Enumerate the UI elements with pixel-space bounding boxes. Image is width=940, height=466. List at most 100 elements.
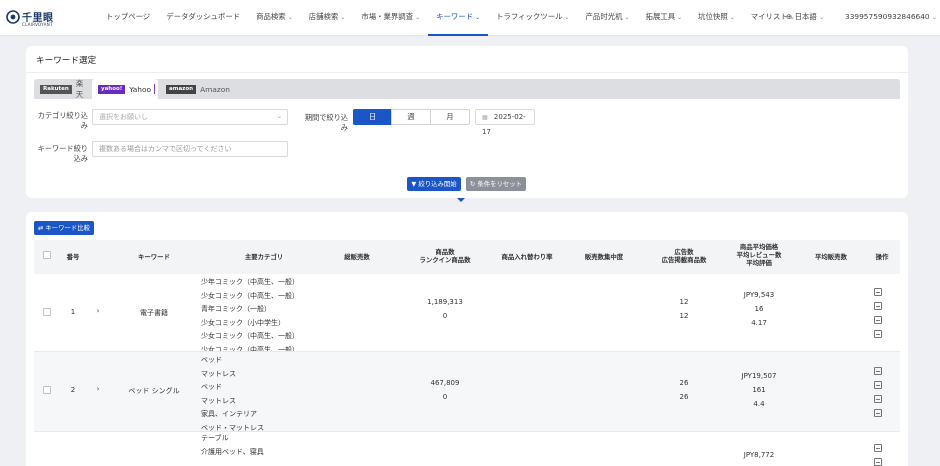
row-keyword[interactable]: ベッド シングル: [124, 386, 184, 396]
header-operations: 操作: [875, 253, 889, 261]
keyword-compare-label: キーワード比較: [45, 224, 91, 232]
table-row[interactable]: 1 › 電子書籍 少年コミック（中高生、一般） 少女コミック（中高生、一般） 青…: [34, 274, 900, 352]
nav-item-4[interactable]: 市場・業界調査 ⌄: [353, 0, 428, 36]
language-label: 日本語: [794, 12, 817, 21]
nav-item-3[interactable]: 店舗検索 ⌄: [301, 0, 354, 36]
app-logo[interactable]: 千里眼 CLAIRVOYANT: [6, 8, 66, 30]
row-checkbox[interactable]: [43, 386, 51, 394]
header-number: 番号: [66, 253, 80, 261]
reset-filter-button[interactable]: ↻ 条件をリセット: [466, 177, 526, 191]
row-categories: 少年コミック（中高生、一般） 少女コミック（中高生、一般） 青年コミック（一般）…: [201, 276, 299, 351]
panel-title: キーワード選定: [36, 56, 97, 66]
expand-chevron-icon[interactable]: ›: [94, 307, 102, 315]
apply-filter-button[interactable]: ▼ 絞り込み開始: [407, 177, 461, 191]
chevron-down-icon: ⌄: [276, 113, 282, 120]
category-item: 介護用ベッド、寝具: [201, 447, 264, 456]
keyword-compare-button[interactable]: ⇄ キーワード比較: [34, 221, 94, 235]
marketplace-tabs: Rakuten 楽天 yahoo! Yahoo amazon Amazon: [34, 79, 900, 99]
average-rating: 4.4: [753, 400, 765, 408]
detail-icon[interactable]: [874, 288, 882, 296]
category-item: ベッド・マットレス: [201, 423, 264, 432]
item-count: 1,189,313: [427, 298, 463, 306]
divider: [26, 72, 908, 73]
header-total-sales: 総販売数: [344, 253, 370, 261]
category-item: ベッド: [201, 356, 222, 364]
header-category: 主要カテゴリ: [244, 253, 284, 261]
period-filter-label: 期間で絞り込み: [304, 113, 348, 132]
header-item-count-line1: 商品数: [435, 248, 455, 256]
tab-rakuten[interactable]: Rakuten 楽天: [34, 79, 90, 99]
header-ad-count: 広告数 広告掲載商品数: [649, 248, 719, 264]
category-item: 少年コミック（中高生、一般）: [201, 278, 299, 286]
header-item-count: 商品数 ランクイン商品数: [410, 248, 480, 264]
nav-item-5[interactable]: キーワード ⌄: [428, 0, 489, 36]
table-row[interactable]: 2 › ベッド シングル ベッド マットレス ベッド マットレス 家具、インテリ…: [34, 352, 900, 432]
chart-icon[interactable]: [874, 395, 882, 403]
nav-item-0[interactable]: トップページ: [98, 0, 158, 36]
expand-chevron-icon[interactable]: ›: [94, 385, 102, 393]
period-month-button[interactable]: 月: [430, 109, 470, 125]
language-switcher[interactable]: ⊕ 日本語 ⌄: [786, 0, 824, 36]
average-price: JPY19,507: [741, 372, 777, 380]
brand-subtitle: CLAIRVOYANT: [22, 22, 53, 27]
keyword-results-panel: ⇄ キーワード比較 番号 キーワード 主要カテゴリ 総販売数 商品数 ランクイン…: [26, 212, 908, 466]
keyword-input[interactable]: 複数ある場合はカンマで区切ってください: [92, 141, 288, 157]
compare-icon: ⇄: [37, 224, 44, 232]
favorite-icon[interactable]: [874, 409, 882, 417]
category-select[interactable]: 選択をお願いし ⌄: [92, 109, 288, 125]
category-item: 青年コミック（一般）: [201, 305, 271, 314]
nav-item-label: 坑位快照: [698, 12, 728, 21]
row-ad-counts: 12 12: [649, 295, 719, 323]
chevron-down-icon: ⌄: [564, 14, 570, 21]
calendar-icon: ▦: [482, 114, 488, 121]
tab-yahoo[interactable]: yahoo! Yahoo: [92, 79, 158, 99]
header-sales-concentration: 販売数集中度: [584, 253, 624, 261]
detail-icon[interactable]: [874, 444, 882, 452]
average-price: JPY9,543: [743, 291, 775, 299]
list-icon[interactable]: [874, 302, 882, 310]
category-item: 少女コミック（中高生、一般）: [201, 291, 299, 300]
chevron-down-icon: ⌄: [729, 14, 735, 21]
apply-filter-label: 絞り込み開始: [418, 180, 457, 188]
nav-item-6[interactable]: トラフィックツール ⌄: [488, 0, 577, 36]
nav-item-2[interactable]: 商品検索 ⌄: [248, 0, 301, 36]
collapse-toggle-icon[interactable]: [457, 198, 465, 202]
header-average-sales: 平均販売数: [815, 253, 847, 261]
select-all-checkbox[interactable]: [43, 251, 51, 259]
row-item-counts: 467,809 0: [410, 376, 480, 404]
table-row[interactable]: テーブル 介護用ベッド、寝具 JPY8,772: [34, 432, 900, 466]
account-menu[interactable]: 33995759093284664​0 ⌄: [845, 0, 937, 36]
nav-item-9[interactable]: 坑位快照 ⌄: [690, 0, 743, 36]
list-icon[interactable]: [874, 381, 882, 389]
header-keyword: キーワード: [138, 253, 170, 261]
active-tab-marker: [154, 84, 156, 94]
list-icon[interactable]: [874, 458, 882, 466]
row-keyword[interactable]: 電子書籍: [124, 308, 184, 318]
keyword-placeholder: 複数ある場合はカンマで区切ってください: [99, 145, 232, 153]
ad-item-count: 12: [679, 312, 689, 320]
period-week-button[interactable]: 週: [391, 109, 431, 125]
nav-item-1[interactable]: データダッシュボード: [158, 0, 248, 36]
chart-icon[interactable]: [874, 316, 882, 324]
date-picker[interactable]: ▦ 2025-02-17: [475, 109, 535, 136]
keyword-filter-label: キーワード絞り込み: [37, 144, 88, 163]
chevron-down-icon: ⌄: [819, 14, 825, 21]
category-item: ベッド: [201, 383, 222, 392]
amazon-logo-icon: amazon: [166, 84, 197, 94]
nav-item-label: 商品検索: [256, 12, 286, 21]
chevron-down-icon: ⌄: [624, 14, 630, 21]
nav-item-label: 店舗検索: [308, 12, 339, 21]
header-average-price: 商品平均価格 平均レビュー数 平均評価: [724, 243, 794, 267]
nav-item-8[interactable]: 拓展工具 ⌄: [638, 0, 691, 36]
favorite-icon[interactable]: [874, 330, 882, 338]
tab-amazon[interactable]: amazon Amazon: [160, 79, 230, 99]
logo-icon: [6, 10, 20, 24]
row-checkbox[interactable]: [43, 308, 51, 316]
header-ad-count-line1: 広告数: [674, 248, 694, 256]
refresh-icon: ↻: [469, 180, 476, 188]
detail-icon[interactable]: [874, 367, 882, 375]
period-day-button[interactable]: 日: [353, 109, 392, 125]
nav-item-7[interactable]: 产品时光机 ⌄: [578, 0, 638, 36]
chevron-down-icon: ⌄: [475, 14, 481, 21]
category-item: 少女コミック（中高生、一般）: [201, 332, 299, 341]
